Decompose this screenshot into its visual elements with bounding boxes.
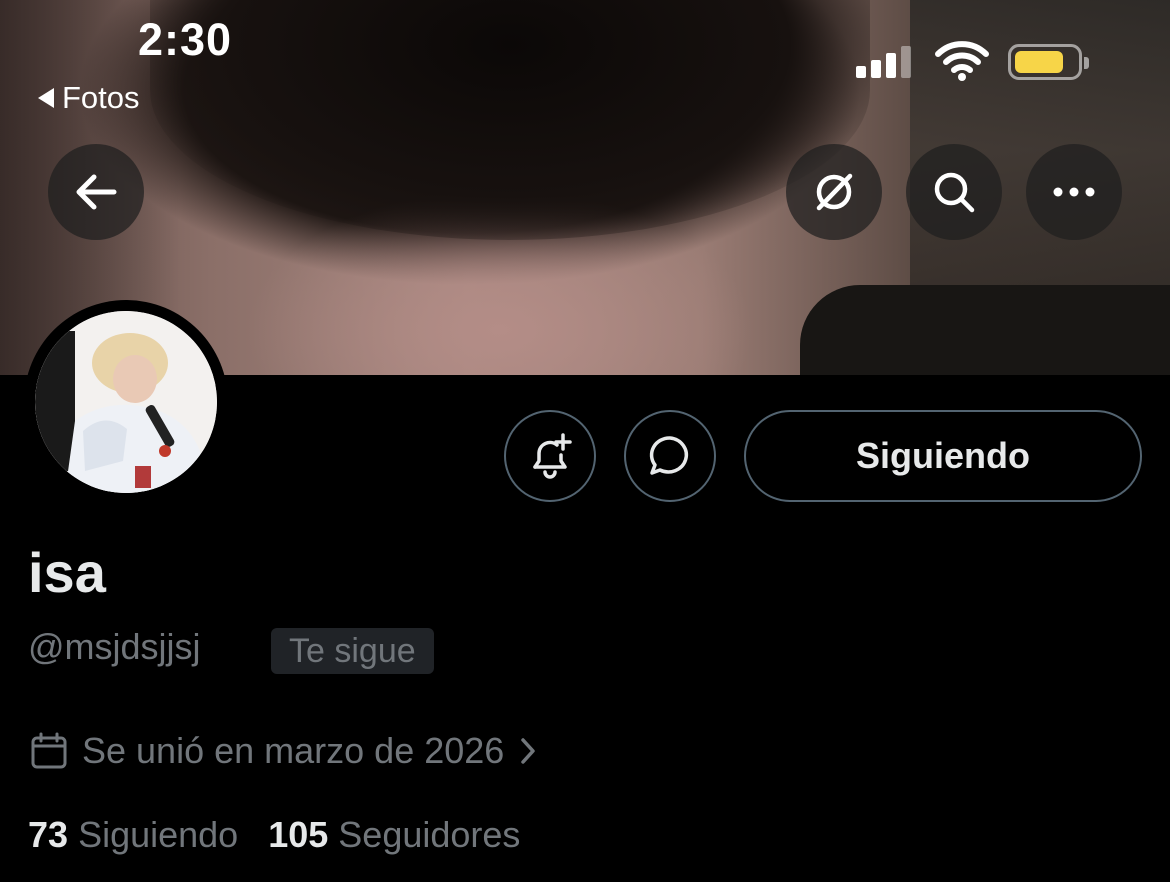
arrow-left-icon <box>76 174 117 210</box>
bell-plus-icon <box>533 433 572 479</box>
back-button[interactable] <box>48 144 144 240</box>
wifi-icon <box>935 41 989 81</box>
followers-count: 105 <box>268 814 329 855</box>
message-button[interactable] <box>624 410 716 502</box>
back-to-app-link[interactable]: Fotos <box>38 80 140 116</box>
search-icon <box>934 172 975 213</box>
search-button[interactable] <box>906 144 1002 240</box>
followers-stat[interactable]: 105 Seguidores <box>268 814 520 856</box>
chat-bubble-icon <box>649 436 688 475</box>
more-button[interactable] <box>1026 144 1122 240</box>
followers-label: Seguidores <box>338 814 521 855</box>
grok-button[interactable] <box>786 144 882 240</box>
following-label: Siguiendo <box>78 814 239 855</box>
grok-slash-icon <box>816 173 853 211</box>
follows-you-badge: Te sigue <box>271 628 434 674</box>
joined-date-row[interactable]: Se unió en marzo de 2026 <box>30 730 538 772</box>
notifications-button[interactable] <box>504 410 596 502</box>
banner-shirt <box>800 285 1170 375</box>
user-handle: @msjdsjjsj <box>28 626 201 667</box>
following-count: 73 <box>28 814 69 855</box>
follow-stats: 73 Siguiendo 105 Seguidores <box>28 814 520 856</box>
display-name: isa <box>28 541 106 604</box>
chevron-right-icon <box>521 738 536 764</box>
follows-you-label: Te sigue <box>289 631 416 670</box>
cellular-signal-icon <box>856 46 911 78</box>
battery-nub <box>1084 57 1089 69</box>
more-horizontal-icon <box>1053 187 1095 197</box>
status-time: 2:30 <box>138 14 233 65</box>
following-toggle-label: Siguiendo <box>856 435 1030 476</box>
back-app-label: Fotos <box>62 80 140 115</box>
back-triangle-icon <box>38 88 54 108</box>
battery-fill <box>1015 51 1063 73</box>
following-toggle-button[interactable]: Siguiendo <box>744 410 1142 502</box>
joined-date-text: Se unió en marzo de 2026 <box>82 730 505 771</box>
avatar[interactable] <box>24 300 228 504</box>
following-stat[interactable]: 73 Siguiendo <box>28 814 238 856</box>
banner-hair <box>150 0 870 240</box>
battery-icon <box>1008 44 1089 80</box>
avatar-image <box>35 311 217 493</box>
calendar-icon <box>31 732 67 769</box>
